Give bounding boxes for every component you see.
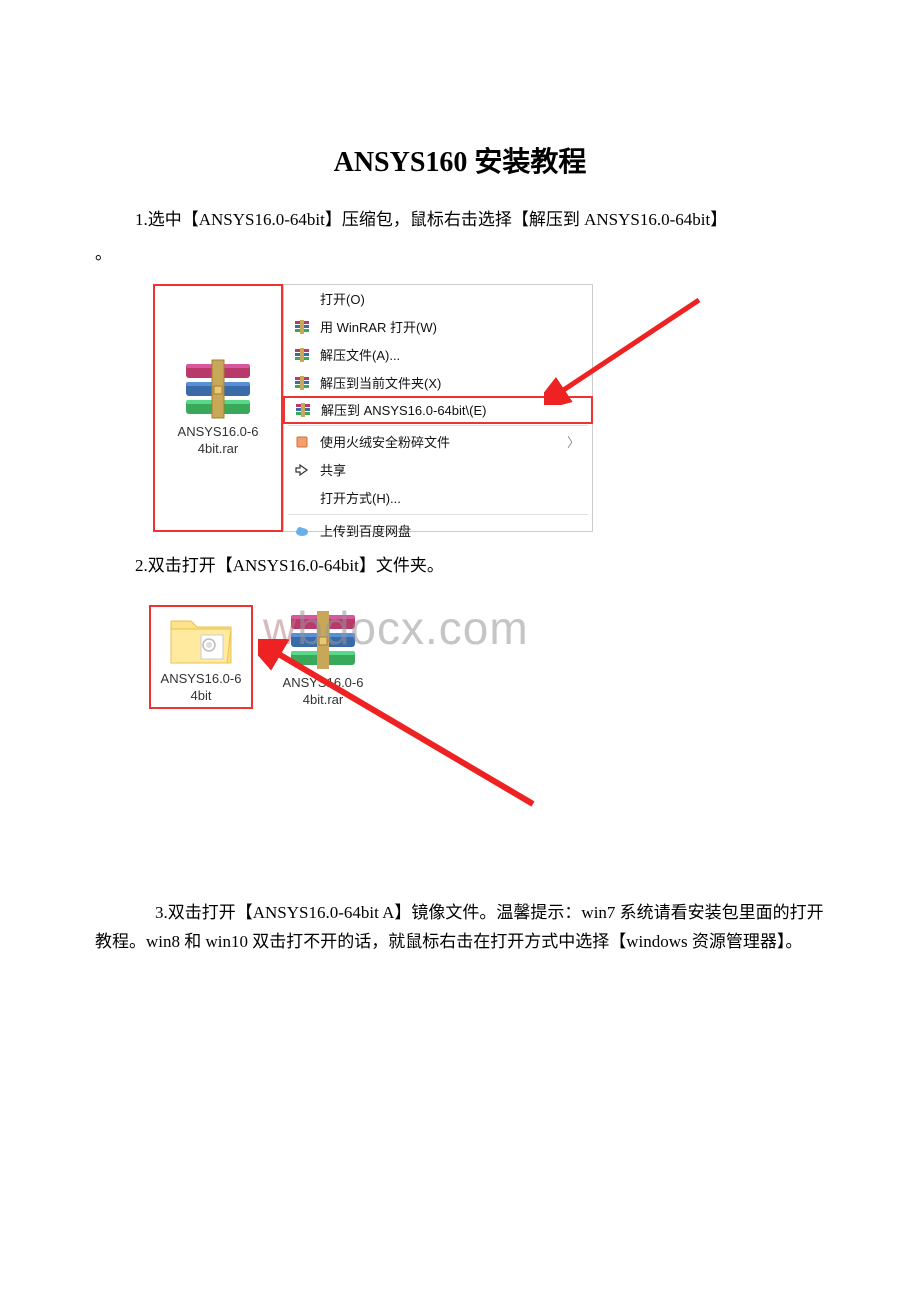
ctx-extract-here[interactable]: 解压到当前文件夹(X) (284, 369, 592, 397)
winrar-archive-icon (182, 358, 254, 420)
ctx-upload-baidu[interactable]: 上传到百度网盘 (284, 517, 592, 545)
extracted-folder[interactable]: ANSYS16.0-6 4bit (149, 605, 253, 709)
ctx-open-winrar[interactable]: 用 WinRAR 打开(W) (284, 313, 592, 341)
folder-icon (167, 611, 235, 667)
ctx-share[interactable]: 共享 (284, 456, 592, 484)
rar-file-label: ANSYS16.0-6 4bit.rar (283, 675, 364, 709)
watermark: wbdocx.com (263, 601, 529, 655)
shred-icon (294, 434, 310, 450)
screenshot-2: wbdocx.com ANSYS16.0-6 4bit ANSYS16.0-6 (143, 599, 643, 879)
step-1-text: 1.选中【ANSYS16.0-64bit】压缩包，鼠标右击选择【解压到 ANSY… (95, 206, 825, 235)
step-1-trailing: 。 (95, 239, 825, 264)
rar-file-selected[interactable]: ANSYS16.0-6 4bit.rar (153, 284, 283, 532)
page-title: ANSYS160 安装教程 (95, 140, 825, 180)
winrar-icon (294, 319, 310, 335)
cloud-icon (294, 523, 310, 539)
winrar-icon (295, 402, 311, 418)
folder-label: ANSYS16.0-6 4bit (161, 671, 242, 705)
menu-separator (288, 425, 588, 426)
ctx-open[interactable]: 打开(O) (284, 285, 592, 313)
winrar-icon (294, 375, 310, 391)
ctx-shred[interactable]: 使用火绒安全粉碎文件 〉 (284, 428, 592, 456)
menu-separator (288, 514, 588, 515)
context-menu: 打开(O) 用 WinRAR 打开(W) 解压文件(A)... 解压到当前文件夹… (283, 284, 593, 532)
share-icon (294, 462, 310, 478)
rar-file-label: ANSYS16.0-6 4bit.rar (178, 424, 259, 458)
ctx-extract-to-folder[interactable]: 解压到 ANSYS16.0-64bit\(E) (283, 396, 593, 424)
ctx-extract-files[interactable]: 解压文件(A)... (284, 341, 592, 369)
chevron-right-icon: 〉 (567, 432, 580, 451)
step-3-text: 3.双击打开【ANSYS16.0-64bit A】镜像文件。温馨提示：win7 … (95, 899, 825, 957)
ctx-open-with[interactable]: 打开方式(H)... (284, 484, 592, 512)
step-2-text: 2.双击打开【ANSYS16.0-64bit】文件夹。 (95, 552, 825, 581)
winrar-icon (294, 347, 310, 363)
screenshot-1: ANSYS16.0-6 4bit.rar 打开(O) 用 WinRAR 打开(W… (153, 284, 593, 532)
